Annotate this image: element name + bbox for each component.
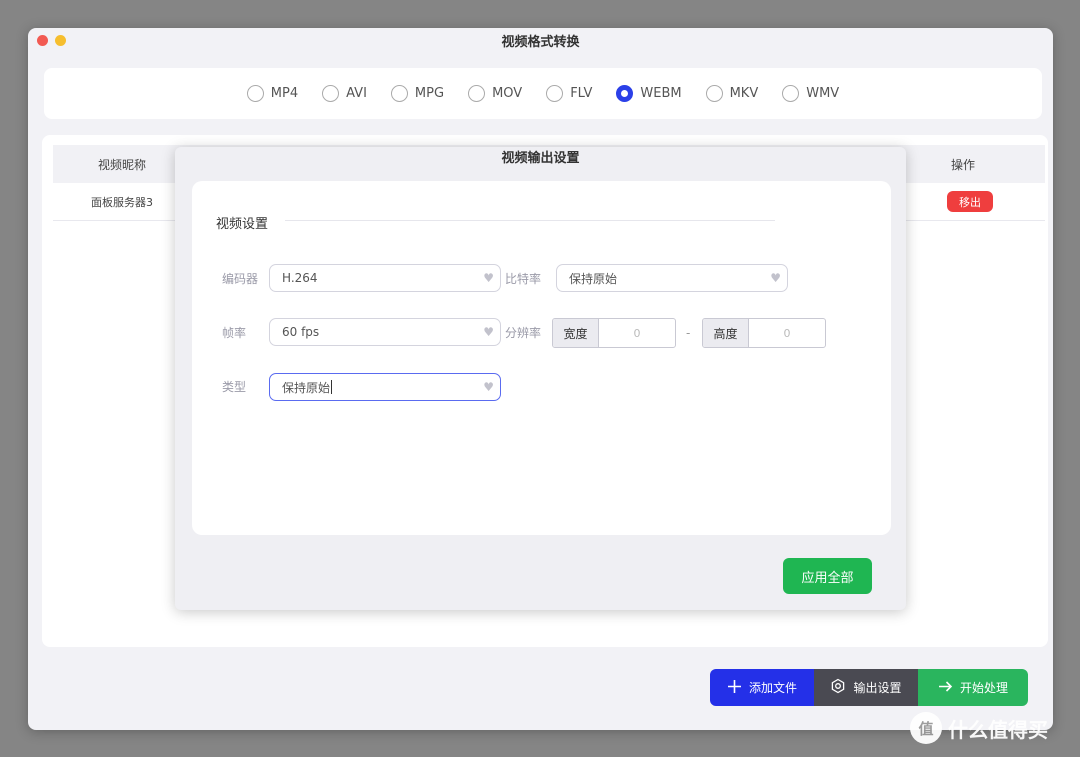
format-option-mp4[interactable]: MP4 xyxy=(246,85,299,102)
add-file-label: 添加文件 xyxy=(748,681,797,695)
codec-value: H.264 xyxy=(282,271,318,285)
width-input[interactable]: 0 xyxy=(599,319,675,347)
height-tag: 高度 xyxy=(703,319,749,347)
resolution-label: 分辨率 xyxy=(505,326,542,340)
radio-icon[interactable] xyxy=(468,85,486,102)
video-settings-card: 视频设置 编码器 H.264 ♥ 比特率 保持原始 ♥ 帧率 60 fps ♥ … xyxy=(192,181,891,535)
apply-all-button[interactable]: 应用全部 xyxy=(783,558,872,594)
format-option-webm[interactable]: WEBM xyxy=(616,85,682,102)
format-option-mpg[interactable]: MPG xyxy=(390,85,445,102)
radio-icon[interactable] xyxy=(390,85,408,102)
section-title: 视频设置 xyxy=(216,217,269,232)
gear-icon xyxy=(830,678,846,697)
column-header-action: 操作 xyxy=(950,158,975,172)
dropdown-heart-icon: ♥ xyxy=(483,271,494,285)
height-input[interactable]: 0 xyxy=(749,319,825,347)
format-option-flv[interactable]: FLV xyxy=(546,85,592,102)
watermark: 值 什么值得买 xyxy=(910,712,1048,744)
format-label: WEBM xyxy=(640,86,682,101)
watermark-text: 什么值得买 xyxy=(948,717,1048,742)
format-option-avi[interactable]: AVI xyxy=(322,85,367,102)
add-file-button[interactable]: 添加文件 xyxy=(710,669,814,706)
output-settings-dialog: 视频输出设置 视频设置 编码器 H.264 ♥ 比特率 保持原始 ♥ 帧率 60… xyxy=(175,147,906,610)
format-option-wmv[interactable]: WMV xyxy=(782,85,839,102)
text-cursor xyxy=(331,380,333,394)
dialog-title: 视频输出设置 xyxy=(501,151,580,166)
bitrate-value: 保持原始 xyxy=(569,271,618,286)
video-name: 面板服务器3 xyxy=(91,196,153,209)
plus-icon xyxy=(727,679,742,697)
output-settings-button[interactable]: 输出设置 xyxy=(814,669,918,706)
height-field[interactable]: 高度 0 xyxy=(702,318,826,348)
fps-select[interactable]: 60 fps ♥ xyxy=(269,318,501,346)
bitrate-label: 比特率 xyxy=(505,272,542,286)
codec-label: 编码器 xyxy=(222,272,259,286)
arrow-right-icon xyxy=(938,679,953,697)
fps-label: 帧率 xyxy=(222,326,247,340)
remove-button[interactable]: 移出 xyxy=(947,191,993,212)
radio-icon[interactable] xyxy=(705,85,723,102)
dropdown-heart-icon: ♥ xyxy=(770,271,781,285)
type-select[interactable]: 保持原始 ♥ xyxy=(269,373,501,401)
dropdown-heart-icon: ♥ xyxy=(483,380,494,394)
codec-select[interactable]: H.264 ♥ xyxy=(269,264,501,292)
format-label: MPG xyxy=(414,86,445,101)
format-label: FLV xyxy=(570,86,593,101)
format-option-mkv[interactable]: MKV xyxy=(705,85,759,102)
close-window-button[interactable] xyxy=(37,35,48,46)
start-process-button[interactable]: 开始处理 xyxy=(918,669,1028,706)
radio-icon[interactable] xyxy=(546,85,564,102)
action-bar: 添加文件 输出设置 开始处理 xyxy=(710,669,1028,706)
window-controls xyxy=(37,35,66,46)
watermark-badge: 值 xyxy=(910,712,942,744)
output-settings-label: 输出设置 xyxy=(853,681,902,695)
format-label: MP4 xyxy=(270,86,299,101)
width-tag: 宽度 xyxy=(553,319,599,347)
radio-icon[interactable] xyxy=(782,85,800,102)
start-process-label: 开始处理 xyxy=(959,681,1008,695)
radio-selected-icon[interactable] xyxy=(616,85,634,102)
titlebar: 视频格式转换 xyxy=(28,28,1053,52)
dropdown-heart-icon: ♥ xyxy=(483,325,494,339)
format-label: AVI xyxy=(346,86,367,101)
radio-icon[interactable] xyxy=(322,85,340,102)
format-label: MKV xyxy=(729,86,759,101)
type-value: 保持原始 xyxy=(282,380,331,395)
radio-icon[interactable] xyxy=(246,85,264,102)
format-label: WMV xyxy=(806,86,840,101)
width-field[interactable]: 宽度 0 xyxy=(552,318,676,348)
bitrate-select[interactable]: 保持原始 ♥ xyxy=(556,264,788,292)
resolution-separator: - xyxy=(686,326,691,340)
section-divider xyxy=(285,220,775,221)
fps-value: 60 fps xyxy=(282,325,320,339)
type-label: 类型 xyxy=(222,380,247,394)
format-label: MOV xyxy=(492,86,523,101)
format-selector: MP4 AVI MPG MOV FLV WEBM MKV WMV xyxy=(44,68,1042,119)
column-header-name: 视频昵称 xyxy=(98,158,147,172)
format-option-mov[interactable]: MOV xyxy=(468,85,522,102)
window-title: 视频格式转换 xyxy=(501,34,580,50)
minimize-window-button[interactable] xyxy=(55,35,66,46)
